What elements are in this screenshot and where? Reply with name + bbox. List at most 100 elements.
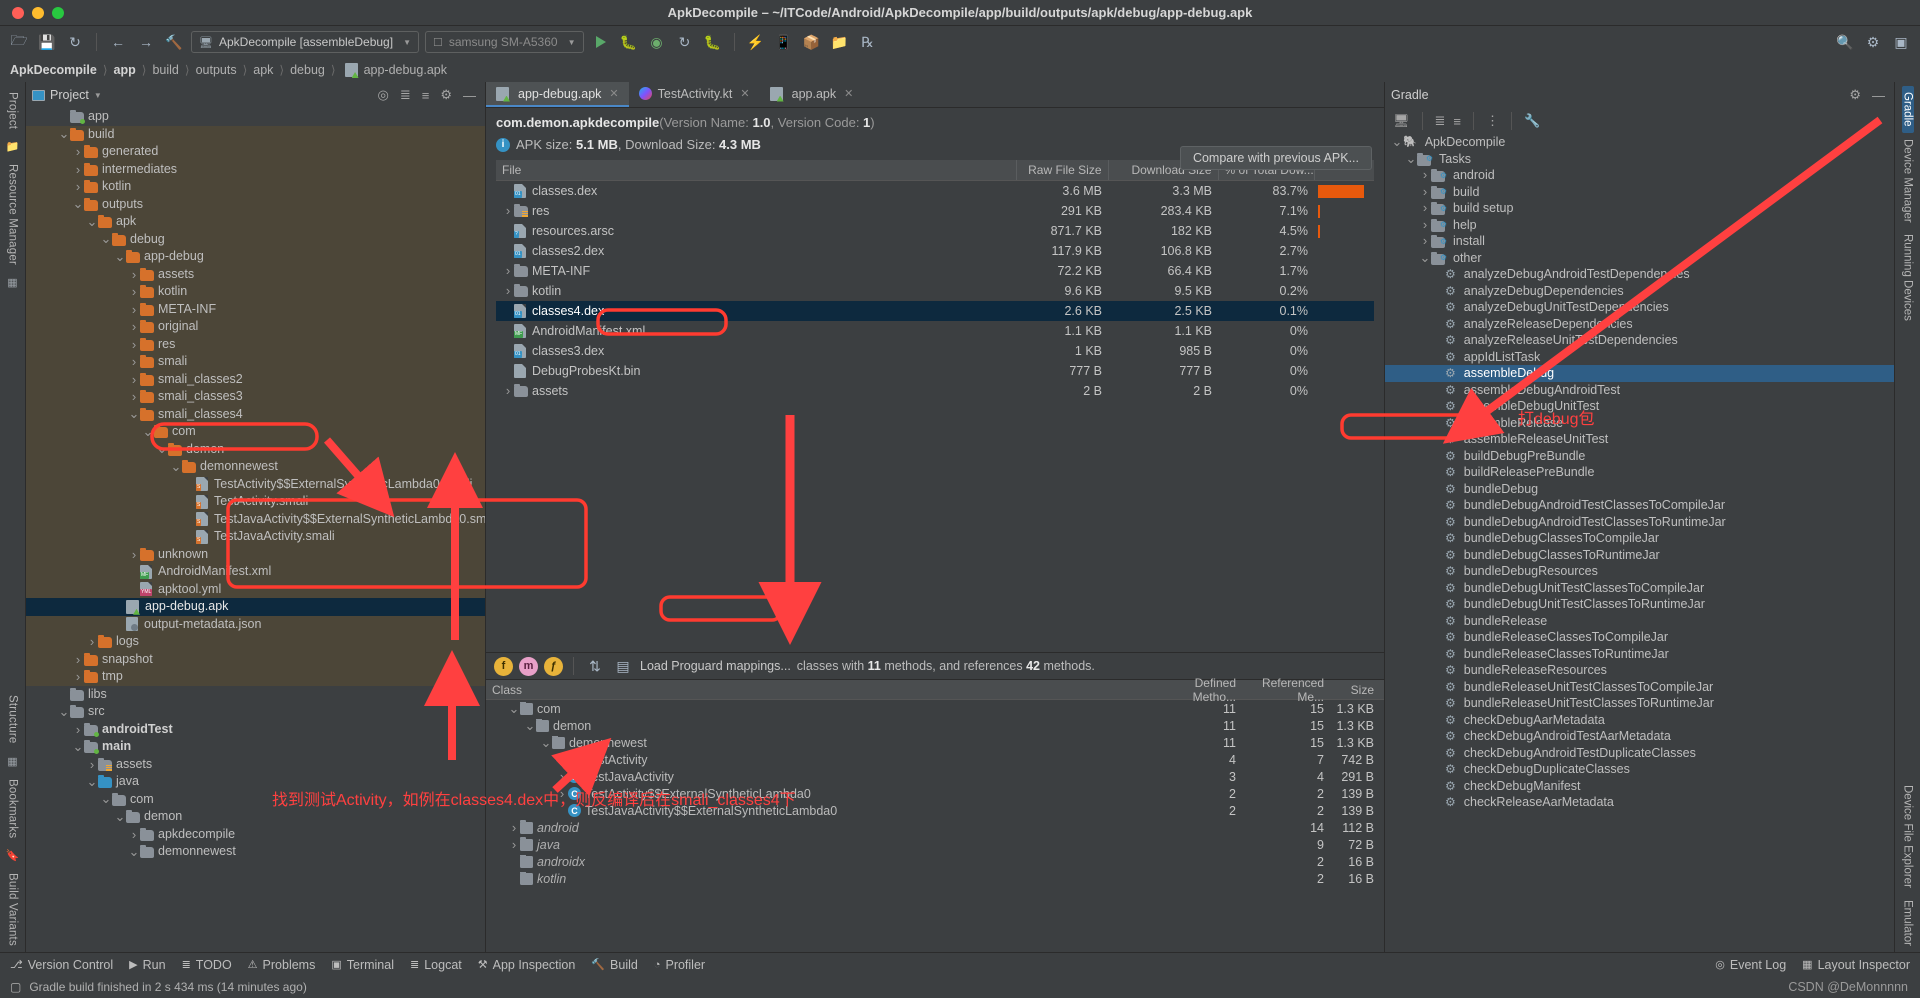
build-hammer-icon[interactable]: 🔨 — [163, 31, 185, 53]
sync-icon[interactable]: ↻ — [64, 31, 86, 53]
project-tree-row[interactable]: ⌄ apk — [26, 213, 485, 231]
project-tree-row[interactable]: › androidTest — [26, 721, 485, 739]
project-tree-row[interactable]: app — [26, 108, 485, 126]
rail-item-gradle[interactable]: Gradle — [1901, 86, 1914, 133]
chevron-right-icon[interactable]: › — [86, 756, 98, 774]
wrench-icon[interactable]: 🔧 — [1524, 113, 1540, 129]
gradle-tree-row[interactable]: ⌄ 🐘 ApkDecompile — [1385, 134, 1894, 151]
gradle-tree-row[interactable]: ⚙ assembleDebug — [1385, 365, 1894, 382]
tool-window-button[interactable]: ⚠ Problems — [248, 958, 316, 972]
project-tree-row[interactable]: › kotlin — [26, 178, 485, 196]
project-tree-row[interactable]: ⌄ demonnewest — [26, 458, 485, 476]
class-tree-row[interactable]: ⌄ demonnewest 11 15 1.3 KB — [486, 734, 1384, 751]
project-tree-row[interactable]: ⌄ app-debug — [26, 248, 485, 266]
device-selector[interactable]: ☐ samsung SM-A5360 ▼ — [424, 31, 584, 53]
gradle-task-tree[interactable]: ⌄ 🐘 ApkDecompile ⌄ ⚙ Tasks › ⚙ android › ⚙ build › ⚙ b… — [1385, 134, 1894, 952]
class-tree-row[interactable]: ⌄ com 11 15 1.3 KB — [486, 700, 1384, 717]
chevron-right-icon[interactable]: › — [502, 203, 514, 218]
chevron-down-icon[interactable]: ⌄ — [100, 232, 112, 245]
project-tree-row[interactable]: › apkdecompile — [26, 826, 485, 844]
chevron-right-icon[interactable]: › — [128, 371, 140, 389]
gear-icon[interactable]: ⚙ — [1862, 31, 1884, 53]
editor-tab[interactable]: app-debug.apk ✕ — [486, 82, 629, 107]
chevron-down-icon[interactable]: ⌄ — [128, 845, 140, 858]
tool-window-button[interactable]: ≣ TODO — [182, 958, 232, 972]
rail-item-running-devices[interactable]: Running Devices — [1902, 228, 1914, 327]
load-proguard-mappings-button[interactable]: Load Proguard mappings... — [640, 659, 791, 673]
chevron-right-icon[interactable]: › — [128, 336, 140, 354]
back-icon[interactable]: ← — [107, 31, 129, 53]
gradle-tree-row[interactable]: ⚙ checkDebugAarMetadata — [1385, 712, 1894, 729]
chevron-right-icon[interactable]: › — [1419, 217, 1431, 234]
gradle-tree-row[interactable]: ⚙ checkDebugAndroidTestAarMetadata — [1385, 728, 1894, 745]
gradle-tree-row[interactable]: ⚙ assembleDebugAndroidTest — [1385, 382, 1894, 399]
collapse-all-icon[interactable]: ≡ — [419, 88, 433, 103]
open-folder-icon[interactable]: 🗁 — [8, 31, 30, 53]
chevron-right-icon[interactable]: › — [508, 837, 520, 852]
chevron-right-icon[interactable]: › — [556, 769, 568, 784]
project-tree-row[interactable]: › unknown — [26, 545, 485, 563]
run-icon[interactable] — [590, 31, 612, 53]
tool-window-button[interactable]: ≣ Logcat — [410, 958, 462, 972]
gradle-tree-row[interactable]: ⚙ assembleReleaseUnitTest — [1385, 431, 1894, 448]
apk-table-row[interactable]: 01 classes.dex 3.6 MB 3.3 MB 83.7% — [496, 181, 1374, 201]
chevron-right-icon[interactable]: › — [502, 263, 514, 278]
apk-file-table[interactable]: File Raw File Size Download Size% of Total… — [496, 160, 1374, 401]
project-tree-row[interactable]: S TestJavaActivity.smali — [26, 528, 485, 546]
chevron-right-icon[interactable]: › — [128, 318, 140, 336]
editor-tab[interactable]: TestActivity.kt ✕ — [629, 82, 760, 107]
gradle-tree-row[interactable]: ⚙ bundleDebug — [1385, 481, 1894, 498]
project-tree-row[interactable]: › kotlin — [26, 283, 485, 301]
bottom-tool-window-bar[interactable]: ⎇ Version Control ▶ Run ≣ TODO ⚠ Problems ▣ Termi… — [0, 952, 1920, 976]
project-tree-row[interactable]: ⌄ java — [26, 773, 485, 791]
class-tree-row[interactable]: › C TestActivity 4 7 742 B — [486, 751, 1384, 768]
chevron-down-icon[interactable]: ⌄ — [508, 702, 520, 715]
project-tree-row[interactable]: ⌄ debug — [26, 230, 485, 248]
apk-table-row[interactable]: › kotlin 9.6 KB 9.5 KB 0.2% — [496, 281, 1374, 301]
gradle-tree-row[interactable]: ⚙ bundleReleaseUnitTestClassesToCompileJa… — [1385, 679, 1894, 696]
project-tree-row[interactable]: › smali — [26, 353, 485, 371]
project-tree-row[interactable]: › META-INF — [26, 300, 485, 318]
forward-icon[interactable]: → — [135, 31, 157, 53]
chevron-down-icon[interactable]: ⌄ — [100, 792, 112, 805]
close-icon[interactable]: ✕ — [609, 87, 618, 100]
project-tree-row[interactable]: › intermediates — [26, 160, 485, 178]
chevron-right-icon[interactable]: › — [72, 143, 84, 161]
sdk-manager-icon[interactable]: 📦 — [801, 31, 823, 53]
gradle-tree-row[interactable]: ⚙ appIdListTask — [1385, 349, 1894, 366]
gradle-tree-row[interactable]: ⚙ analyzeReleaseDependencies — [1385, 316, 1894, 333]
chevron-down-icon[interactable]: ⌄ — [114, 810, 126, 823]
dex-class-tree[interactable]: ⌄ com 11 15 1.3 KB ⌄ demon 11 15 1.3 KB ⌄ demonnewe… — [486, 700, 1384, 952]
chevron-down-icon[interactable]: ⌄ — [72, 740, 84, 753]
show-referenced-icon[interactable]: ƒ — [544, 656, 563, 676]
project-tree-row[interactable]: ⌄ demonnewest — [26, 843, 485, 861]
chevron-down-icon[interactable]: ⌄ — [128, 407, 140, 420]
gradle-tree-row[interactable]: › ⚙ help — [1385, 217, 1894, 234]
scroll-from-source-icon[interactable]: ◎ — [375, 87, 392, 103]
chevron-down-icon[interactable]: ⌄ — [1405, 152, 1417, 165]
close-window-button[interactable] — [12, 6, 24, 19]
gradle-tree-row[interactable]: ⚙ bundleRelease — [1385, 613, 1894, 630]
breadcrumb-item-1[interactable]: app — [114, 63, 136, 77]
project-tree-row[interactable]: ⌄ build — [26, 125, 485, 143]
gradle-tree-row[interactable]: ⚙ bundleDebugClassesToRuntimeJar — [1385, 547, 1894, 564]
tool-window-button[interactable]: ◎ Event Log — [1715, 958, 1786, 972]
attach-debugger-icon[interactable]: 🐛 — [702, 31, 724, 53]
apk-table-row[interactable]: › res 291 KB 283.4 KB 7.1% — [496, 201, 1374, 221]
gradle-tree-row[interactable]: ⚙ bundleReleaseClassesToRuntimeJar — [1385, 646, 1894, 663]
chevron-right-icon[interactable]: › — [128, 266, 140, 284]
rail-item-structure[interactable]: Structure — [7, 689, 19, 749]
project-tree-row[interactable]: › res — [26, 335, 485, 354]
hide-panel-icon[interactable]: — — [1869, 88, 1888, 103]
gradle-tree-row[interactable]: ⚙ bundleReleaseClassesToCompileJar — [1385, 629, 1894, 646]
class-tree-row[interactable]: › java 9 72 B — [486, 836, 1384, 853]
apk-table-row[interactable]: DebugProbesKt.bin 777 B 777 B 0% — [496, 361, 1374, 381]
show-methods-icon[interactable]: m — [519, 656, 538, 676]
apk-column-header[interactable]: Raw File Size — [1016, 160, 1109, 181]
project-tree-row[interactable]: › smali_classes3 — [26, 388, 485, 406]
tool-window-button[interactable]: ▶ Run — [129, 958, 165, 972]
chevron-right-icon[interactable]: › — [128, 388, 140, 406]
gradle-tree-row[interactable]: › ⚙ build setup — [1385, 200, 1894, 217]
hide-panel-icon[interactable]: — — [460, 88, 479, 103]
gradle-tree-row[interactable]: ⚙ checkDebugManifest — [1385, 778, 1894, 795]
